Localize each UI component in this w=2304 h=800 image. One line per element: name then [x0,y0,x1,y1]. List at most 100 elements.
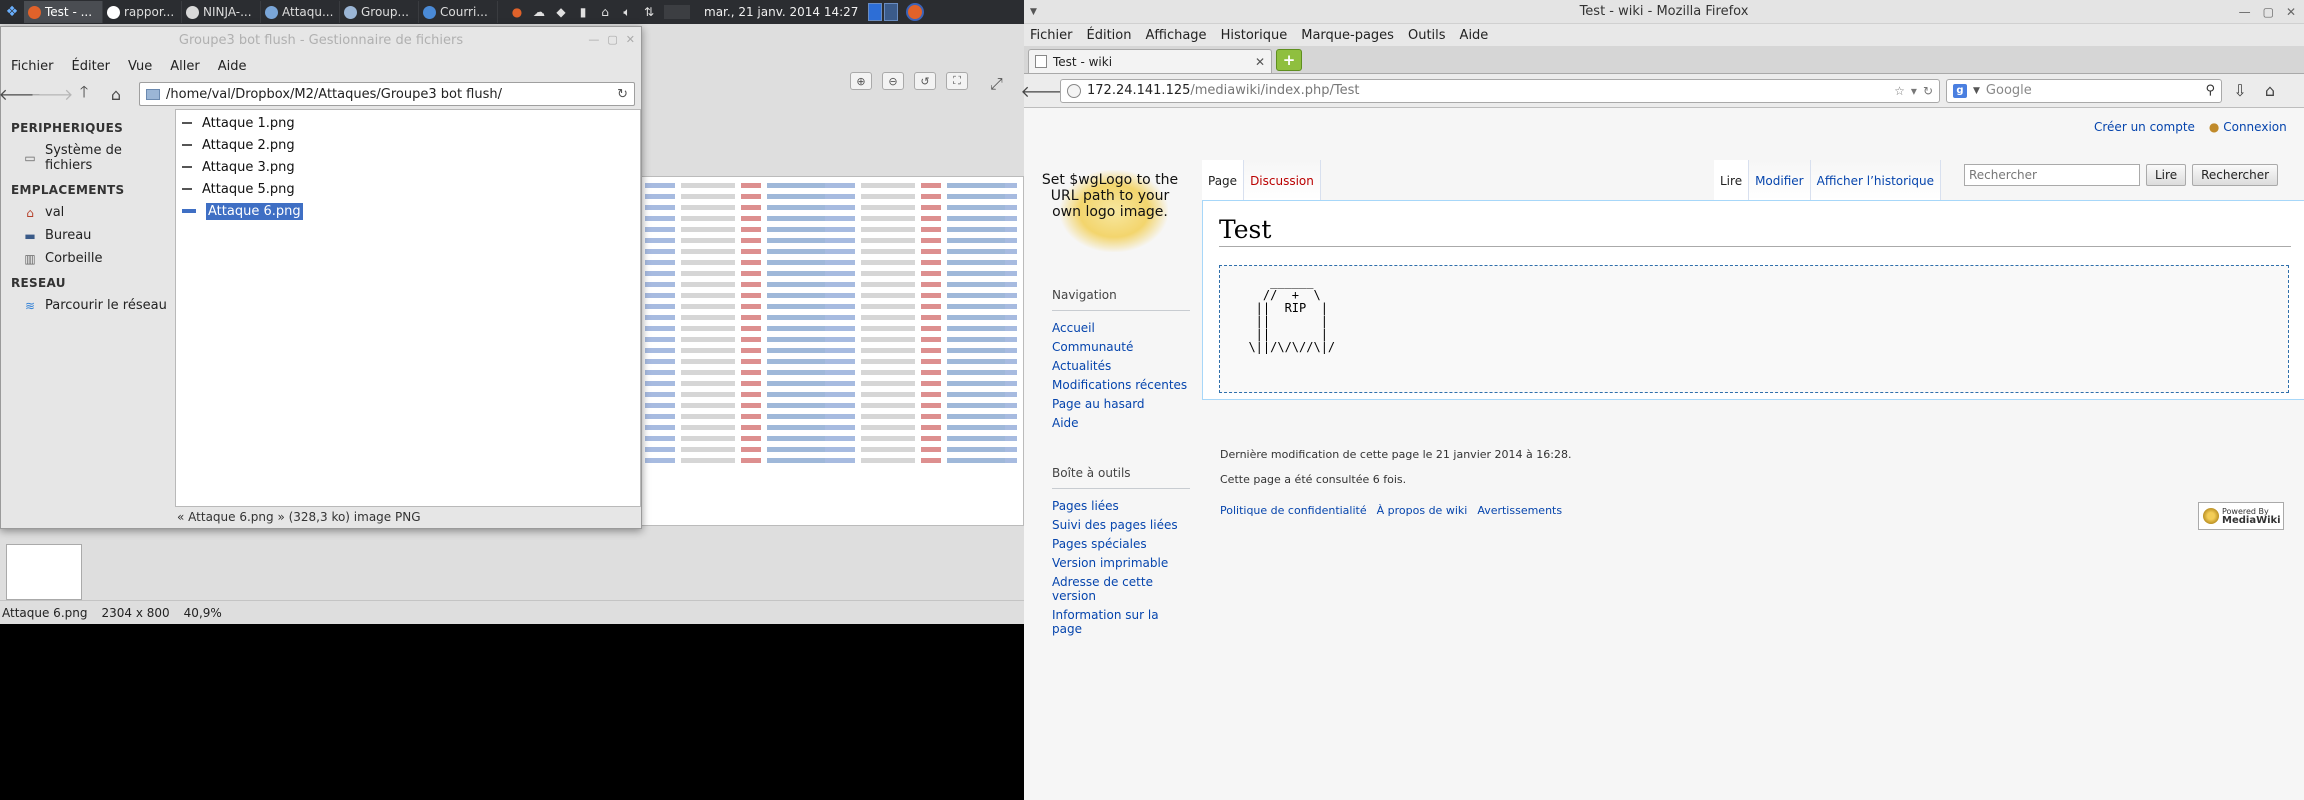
sidebar-link[interactable]: Information sur la page [1052,608,1190,636]
sidebar-link[interactable]: Modifications récentes [1052,378,1190,392]
menu-item[interactable]: Aide [1460,28,1489,43]
home-icon[interactable]: ⌂ [2258,80,2282,102]
taskbar-button[interactable]: Attaqu... [261,1,340,23]
file-item[interactable]: Attaque 6.png [176,200,640,222]
dropbox-icon[interactable]: ◆ [554,5,568,19]
taskbar-button[interactable]: NINJA-... [182,1,261,23]
close-icon[interactable]: ✕ [2286,5,2296,19]
web-search-box[interactable]: g ▼ Google ⚲ [1946,78,2222,103]
footer-link[interactable]: Politique de confidentialité [1220,504,1367,517]
menu-item[interactable]: Fichier [11,59,54,74]
wiki-go-button[interactable]: Lire [2146,164,2187,186]
menu-item[interactable]: Vue [128,59,152,74]
sidebar-item-network[interactable]: ≋ Parcourir le réseau [1,294,173,317]
back-arrow-icon[interactable]: 🡐︎ [1021,80,1064,102]
sidebar-item-filesystem[interactable]: ▭ Système de fichiers [1,139,173,177]
tab-edit[interactable]: Modifier [1749,160,1811,200]
tab-history[interactable]: Afficher l’historique [1810,160,1942,200]
menu-item[interactable]: Aller [170,59,199,74]
menu-item[interactable]: Édition [1087,28,1132,43]
menu-item[interactable]: Éditer [72,59,111,74]
powered-by-mediawiki-badge[interactable]: Powered By MediaWiki [2198,502,2284,530]
lock-icon[interactable]: ⌂ [598,5,612,19]
create-account-link[interactable]: Créer un compte [2094,120,2195,134]
location-path[interactable]: /home/val/Dropbox/M2/Attaques/Groupe3 bo… [166,87,611,102]
file-item[interactable]: Attaque 1.png [176,112,640,134]
wiki-logo[interactable]: Set $wgLogo to the URL path to your own … [1040,140,1178,275]
viewer-fit-icon[interactable]: ⛶ [946,72,968,90]
sidebar-link[interactable]: Page au hasard [1052,397,1190,411]
minimize-icon[interactable]: — [588,33,599,46]
viewer-zoom-out-icon[interactable]: ⊖ [882,72,904,90]
firefox-titlebar[interactable]: ▼ Test - wiki - Mozilla Firefox — ▢ ✕ [1024,0,2304,24]
app-menu-icon[interactable]: ❖ [0,0,24,24]
menu-item[interactable]: Historique [1221,28,1288,43]
volume-icon[interactable]: 🔈︎ [620,5,634,19]
workspace-1[interactable] [868,3,883,21]
viewer-zoom-in-icon[interactable]: ⊕ [850,72,872,90]
file-item[interactable]: Attaque 2.png [176,134,640,156]
sidebar-item-home[interactable]: ⌂ val [1,201,173,224]
wiki-search-button[interactable]: Rechercher [2192,164,2279,186]
window-menu-icon[interactable]: ▼ [1030,7,1037,17]
tab-discussion[interactable]: Discussion [1244,160,1321,200]
viewer-rotate-icon[interactable]: ↺ [914,72,936,90]
sidebar-link[interactable]: Communauté [1052,340,1190,354]
wiki-search-input[interactable]: Rechercher [1964,164,2140,186]
location-bar[interactable]: /home/val/Dropbox/M2/Attaques/Groupe3 bo… [139,82,635,106]
menu-item[interactable]: Affichage [1145,28,1206,43]
menu-item[interactable]: Outils [1408,28,1446,43]
menu-item[interactable]: Aide [218,59,247,74]
reload-icon[interactable]: ↻ [1923,84,1933,98]
forward-arrow-icon[interactable]: 🡒︎ [31,85,74,104]
tab-read[interactable]: Lire [1714,160,1750,200]
downloads-icon[interactable]: ⇩ [2228,80,2252,102]
maximize-icon[interactable]: ▢ [2263,5,2274,19]
sidebar-link[interactable]: Accueil [1052,321,1190,335]
tab-close-icon[interactable]: ✕ [1255,55,1265,69]
file-manager-titlebar[interactable]: Groupe3 bot flush - Gestionnaire de fich… [1,27,641,53]
bookmark-star-icon[interactable]: ☆ [1894,84,1905,98]
history-dropdown-icon[interactable]: ▾ [1911,84,1917,98]
sidebar-link[interactable]: Adresse de cette version [1052,575,1190,603]
network-transfer-icon[interactable]: ⇅ [642,5,656,19]
footer-link[interactable]: À propos de wiki [1377,504,1468,517]
sidebar-item-trash[interactable]: ▥ Corbeille [1,247,173,270]
network-manager-icon[interactable]: ☁ [532,5,546,19]
sidebar-link[interactable]: Aide [1052,416,1190,430]
sidebar-link[interactable]: Suivi des pages liées [1052,518,1190,532]
up-arrow-icon[interactable]: 🡑︎ [75,82,93,103]
tab-test-wiki[interactable]: Test - wiki ✕ [1028,49,1272,73]
file-item[interactable]: Attaque 3.png [176,156,640,178]
tab-page[interactable]: Page [1202,160,1245,200]
sidebar-item-desktop[interactable]: ▬ Bureau [1,224,173,247]
new-tab-button[interactable]: + [1276,49,1302,71]
login-link[interactable]: ● Connexion [2209,120,2287,134]
sidebar-link[interactable]: Version imprimable [1052,556,1190,570]
site-identity-icon[interactable] [1067,83,1081,98]
close-icon[interactable]: ✕ [626,33,635,46]
clock[interactable]: mar., 21 janv. 2014 14:27 [704,5,858,19]
battery-icon[interactable]: ▮ [576,5,590,19]
minimize-icon[interactable]: — [2239,5,2251,19]
firefox-launcher-icon[interactable]: ● [510,5,524,19]
maximize-icon[interactable]: ▢ [607,33,617,46]
taskbar-button[interactable]: Courri... [419,1,498,23]
file-item[interactable]: Attaque 5.png [176,178,640,200]
back-arrow-icon[interactable]: 🡐︎ [0,85,41,104]
menu-item[interactable]: Fichier [1030,28,1073,43]
firefox-tray-icon[interactable] [906,3,925,21]
taskbar-button[interactable]: Group... [340,1,419,23]
search-icon[interactable]: ⚲ [2205,83,2215,98]
sidebar-link[interactable]: Pages spéciales [1052,537,1190,551]
sidebar-link[interactable]: Actualités [1052,359,1190,373]
taskbar-button[interactable]: Test - ... [24,1,103,23]
home-icon[interactable]: ⌂ [107,85,125,104]
sidebar-link[interactable]: Pages liées [1052,499,1190,513]
footer-link[interactable]: Avertissements [1477,504,1562,517]
menu-item[interactable]: Marque-pages [1301,28,1394,43]
google-engine-icon[interactable]: g [1953,83,1967,98]
url-bar[interactable]: 172.24.141.125/mediawiki/index.php/Test … [1060,78,1940,103]
workspace-2[interactable] [884,3,899,21]
workspace-switcher[interactable] [868,3,899,21]
